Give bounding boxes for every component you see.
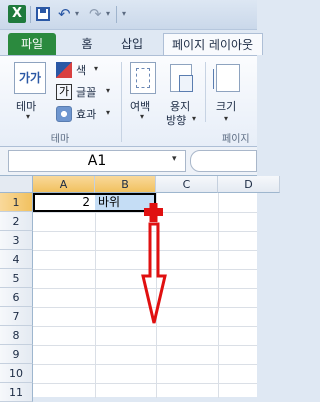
crosshair-cursor-icon <box>144 203 163 222</box>
drag-down-arrow-icon <box>141 222 167 324</box>
annotation-overlay <box>141 203 167 324</box>
